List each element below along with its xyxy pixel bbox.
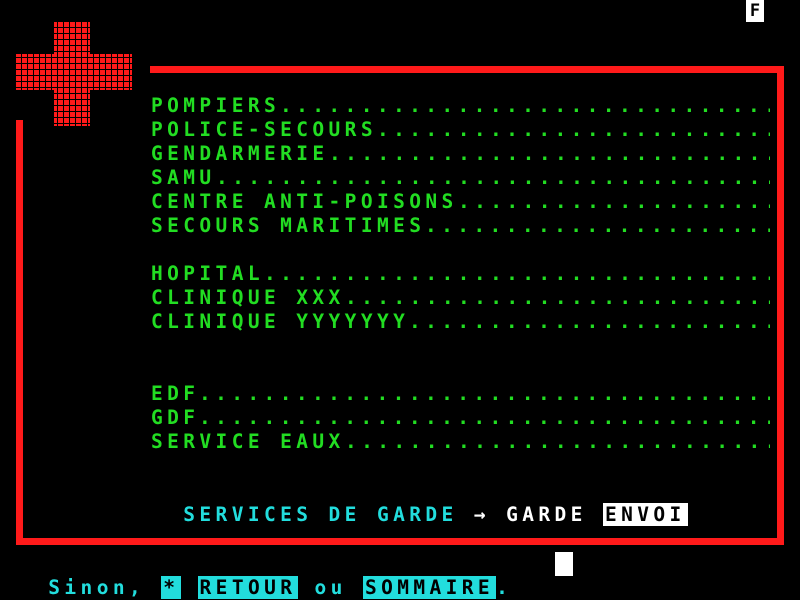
footer-instructions: Sinon, * RETOUR ou SOMMAIRE.	[16, 552, 512, 600]
list-item[interactable]: HOPITAL	[151, 262, 264, 286]
services-keyword: GARDE	[506, 503, 587, 526]
list-item[interactable]: SECOURS MARITIMES	[151, 214, 425, 238]
retour-key-button[interactable]: RETOUR	[197, 576, 299, 599]
dot-leader: ........................................…	[216, 166, 770, 189]
star-key-button[interactable]: *	[161, 576, 182, 599]
dot-leader: ........................................…	[345, 286, 770, 309]
frame-left	[16, 120, 23, 545]
frame-top	[150, 66, 784, 73]
dot-leader: ........................................…	[425, 214, 770, 237]
dot-leader: ........................................…	[409, 310, 770, 333]
or-word: ou	[314, 576, 347, 599]
dot-leader: ........................................…	[199, 382, 770, 405]
dot-leader: ........................................…	[280, 94, 770, 117]
frame-right	[777, 66, 784, 545]
dot-leader: ........................................…	[345, 430, 770, 453]
arrow-right-icon: →	[473, 503, 490, 526]
list-item[interactable]: POMPIERS	[151, 94, 280, 118]
footer-end: .	[496, 576, 513, 599]
list-item[interactable]: CLINIQUE YYYYYYY	[151, 310, 409, 334]
list-item[interactable]: CLINIQUE XXX	[151, 286, 345, 310]
footer-prefix: Sinon,	[48, 576, 146, 599]
list-item[interactable]: CENTRE ANTI-POISONS	[151, 190, 458, 214]
envoi-key-button[interactable]: ENVOI	[602, 503, 688, 526]
frame-bottom	[16, 538, 784, 545]
list-item[interactable]: POLICE-SECOURS	[151, 118, 377, 142]
list-item[interactable]: GDF	[151, 406, 199, 430]
mode-badge: F	[746, 0, 764, 22]
list-item[interactable]: EDF	[151, 382, 199, 406]
dot-leader: ........................................…	[199, 406, 770, 429]
red-cross-icon	[16, 22, 132, 126]
dot-leader: ........................................…	[458, 190, 770, 213]
sommaire-key-button[interactable]: SOMMAIRE	[362, 576, 497, 599]
list-item[interactable]: SERVICE EAUX	[151, 430, 345, 454]
services-label: SERVICES DE GARDE	[183, 503, 458, 526]
text-cursor	[555, 552, 573, 576]
dot-leader: ........................................…	[329, 142, 770, 165]
dot-leader: ........................................…	[264, 262, 770, 285]
services-line: SERVICES DE GARDE → GARDE ENVOI	[151, 479, 688, 527]
dot-leader: ........................................…	[377, 118, 770, 141]
list-item[interactable]: SAMU	[151, 166, 216, 190]
list-item[interactable]: GENDARMERIE	[151, 142, 329, 166]
